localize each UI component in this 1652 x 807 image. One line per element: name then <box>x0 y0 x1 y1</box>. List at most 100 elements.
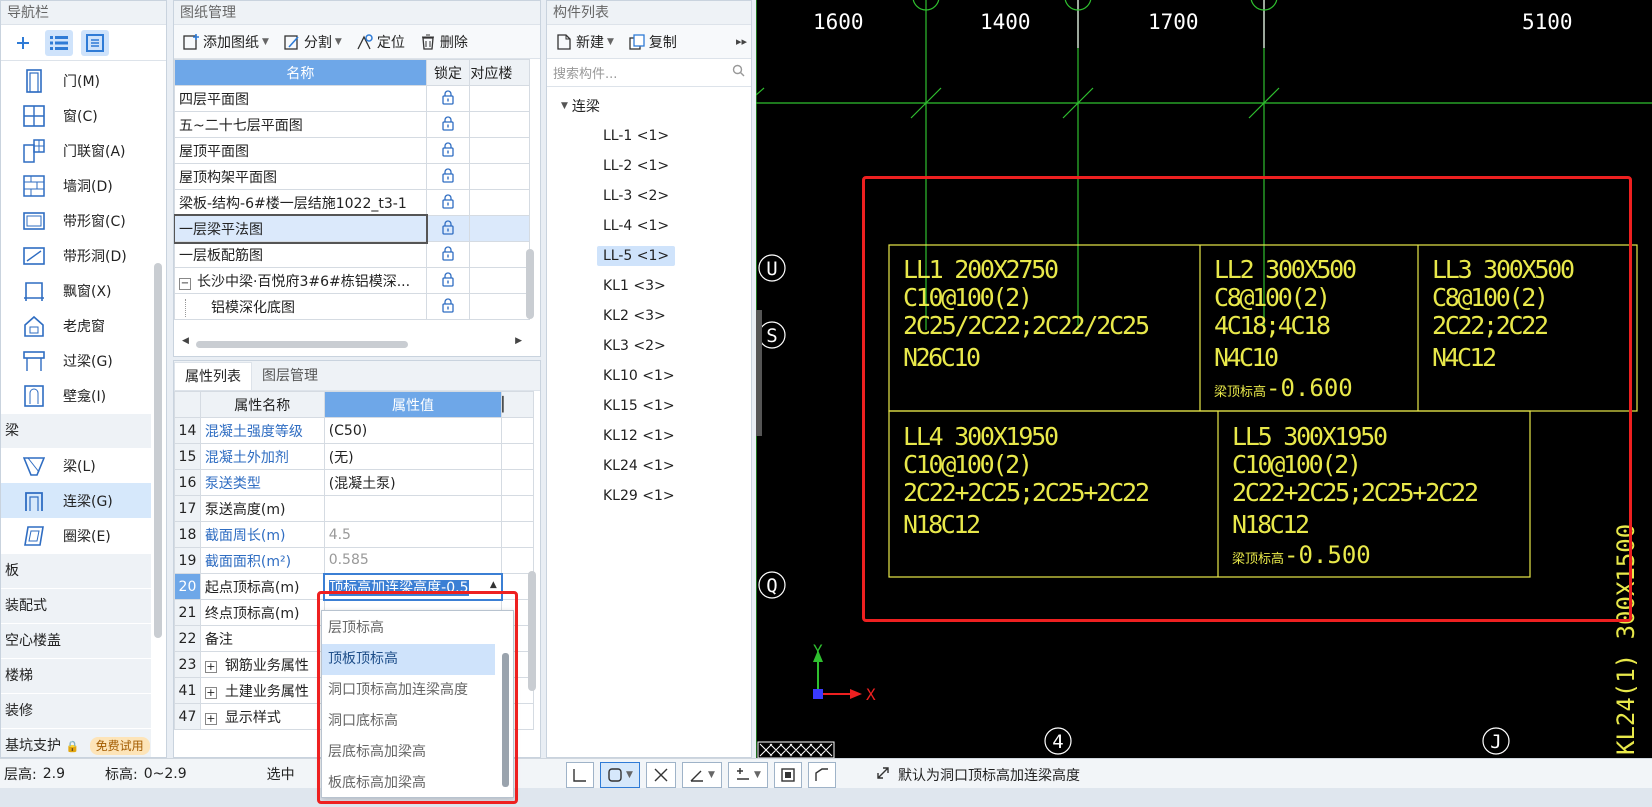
lock-icon[interactable] <box>425 267 471 294</box>
nav-item-wall-opening[interactable]: 墙洞(D) <box>1 168 151 203</box>
nav-item-niche[interactable]: 壁龛(I) <box>1 378 151 413</box>
lock-icon[interactable] <box>425 85 471 112</box>
table-row[interactable]: 五~二十七层平面图 <box>174 111 530 138</box>
nav-item-door[interactable]: 门(M) <box>1 63 151 98</box>
property-value[interactable]: (混凝土泵) <box>323 469 503 496</box>
add-drawing-button[interactable]: 添加图纸 ▼ <box>178 30 273 54</box>
caret-down-icon[interactable]: ▼ <box>561 101 568 111</box>
split-button[interactable]: 分割 ▼ <box>279 30 346 54</box>
nav-item-bay-window[interactable]: 飘窗(X) <box>1 273 151 308</box>
table-row[interactable]: 一层梁平法图 <box>174 213 530 244</box>
polyline-button[interactable] <box>808 762 836 788</box>
panel-collapse-handle[interactable] <box>756 310 762 436</box>
scroll-right-icon[interactable]: ▶ <box>515 336 522 346</box>
dropdown-option[interactable]: 层底标高加梁高 <box>322 737 513 768</box>
property-row[interactable]: 16 泵送类型 (混凝土泵) <box>174 469 534 496</box>
drawings-scrollbar[interactable] <box>526 249 534 319</box>
component-item[interactable]: LL-2 <1> <box>547 151 751 181</box>
expand-plus-icon[interactable]: + <box>204 660 217 673</box>
nav-category-prefab[interactable]: 装配式 <box>1 588 151 623</box>
component-item[interactable]: KL15 <1> <box>547 391 751 421</box>
nav-category-decoration[interactable]: 装修 <box>1 693 151 728</box>
scroll-left-icon[interactable]: ◀ <box>182 336 189 346</box>
table-row[interactable]: 屋顶平面图 <box>174 137 530 164</box>
free-trial-badge[interactable]: 免费试用 <box>89 737 150 755</box>
nav-item-lintel[interactable]: 过梁(G) <box>1 343 151 378</box>
component-item[interactable]: KL24 <1> <box>547 451 751 481</box>
dropdown-option[interactable]: 洞口底标高 <box>322 706 513 737</box>
dropdown-option[interactable]: 板底标高加梁高 <box>322 768 513 799</box>
component-item[interactable]: KL2 <3> <box>547 301 751 331</box>
drawings-hscrollbar[interactable]: ◀ ▶ <box>182 336 522 349</box>
dropdown-option[interactable]: 层顶标高 <box>322 613 513 644</box>
property-row[interactable]: 14 混凝土强度等级 (C50) <box>174 417 534 444</box>
expand-plus-icon[interactable]: + <box>204 712 217 725</box>
more-icon[interactable]: ▸▸ <box>736 35 747 48</box>
table-row[interactable]: 四层平面图 <box>174 85 530 112</box>
column-header-property-name[interactable]: 属性名称 <box>199 391 325 418</box>
expand-plus-icon[interactable]: + <box>204 686 217 699</box>
tab-property-list[interactable]: 属性列表 <box>174 362 252 390</box>
property-row[interactable]: 17 泵送高度(m) <box>174 495 534 522</box>
column-header-lock[interactable]: 锁定 <box>425 59 471 86</box>
nav-item-strip-window[interactable]: 带形窗(C) <box>1 203 151 238</box>
property-value[interactable]: (C50) <box>323 417 503 444</box>
component-item[interactable]: LL-3 <2> <box>547 181 751 211</box>
dropdown-option[interactable]: 顶板顶标高 <box>322 644 495 675</box>
copy-component-button[interactable]: 复制 <box>624 30 681 54</box>
expander-icon[interactable]: − <box>179 277 191 290</box>
table-row[interactable]: − 长沙中梁·百悦府3#6#栋铝模深... <box>174 267 530 294</box>
component-item[interactable]: KL3 <2> <box>547 331 751 361</box>
angle-snap-button[interactable]: ▼ <box>682 762 722 788</box>
dropdown-option[interactable]: 洞口顶标高加连梁高度 <box>322 675 513 706</box>
nav-item-dormer[interactable]: 老虎窗 <box>1 308 151 343</box>
column-header-property-value[interactable]: 属性值 <box>323 391 503 418</box>
property-value[interactable] <box>323 495 503 522</box>
table-row[interactable]: 梁板-结构-6#楼一层结施1022_t3-1 <box>174 189 530 216</box>
nav-scrollbar[interactable] <box>154 263 162 638</box>
delete-button[interactable]: 删除 <box>415 30 472 54</box>
nav-item-strip-opening[interactable]: 带形洞(D) <box>1 238 151 273</box>
search-icon[interactable] <box>732 64 745 81</box>
offset-snap-button[interactable]: ▼ <box>728 762 768 788</box>
nav-item-window[interactable]: 窗(C) <box>1 98 151 133</box>
column-header-floor[interactable]: 对应楼 <box>469 59 530 86</box>
nav-item-beam[interactable]: 梁(L) <box>1 448 151 483</box>
table-row[interactable]: 一层板配筋图 <box>174 241 530 268</box>
component-item[interactable]: KL1 <3> <box>547 271 751 301</box>
new-component-button[interactable]: 新建 ▼ <box>551 30 618 54</box>
lock-icon[interactable] <box>425 189 471 216</box>
property-row[interactable]: 19 截面面积(m²) 0.585 <box>174 547 534 574</box>
layer-display-button[interactable] <box>774 762 802 788</box>
property-value[interactable]: (无) <box>323 443 503 470</box>
property-value[interactable]: 0.585 <box>323 547 503 574</box>
tree-group-coupling-beam[interactable]: ▼ 连梁 <box>547 91 751 121</box>
component-search-input[interactable]: 搜索构件... <box>547 59 751 87</box>
component-item[interactable]: LL-1 <1> <box>547 121 751 151</box>
table-row[interactable]: 屋顶构架平面图 <box>174 163 530 190</box>
component-item[interactable]: KL10 <1> <box>547 361 751 391</box>
nav-item-door-window[interactable]: 门联窗(A) <box>1 133 151 168</box>
cad-svg[interactable]: 1600 1400 1700 5100 U S Q 4 J LL1 200X27… <box>756 0 1652 758</box>
props-scrollbar[interactable] <box>528 571 536 691</box>
component-item[interactable]: LL-4 <1> <box>547 211 751 241</box>
ortho-snap-button[interactable] <box>566 762 594 788</box>
add-sparkle-icon[interactable] <box>9 30 37 56</box>
table-row[interactable]: 铝模深化底图 <box>174 293 530 320</box>
dropdown-scrollbar[interactable] <box>502 653 509 787</box>
nav-category-stairs[interactable]: 楼梯 <box>1 658 151 693</box>
property-row[interactable]: 20 起点顶标高(m) 顶标高加连梁高度-0.5 ▲ <box>174 572 534 601</box>
cross-snap-button[interactable] <box>646 762 676 788</box>
property-value[interactable]: 4.5 <box>323 521 503 548</box>
component-item[interactable]: LL-5 <1> <box>547 241 751 271</box>
nav-item-ring-beam[interactable]: 圈梁(E) <box>1 518 151 553</box>
column-header-name[interactable]: 名称 <box>174 59 427 86</box>
lock-icon[interactable] <box>425 163 471 190</box>
tab-layer-management[interactable]: 图层管理 <box>252 362 328 390</box>
list-view-icon[interactable] <box>45 29 73 56</box>
lock-icon[interactable] <box>425 215 471 242</box>
nav-category-hollow-floor[interactable]: 空心楼盖 <box>1 623 151 658</box>
close-icon[interactable]: × <box>522 361 534 365</box>
component-item[interactable]: KL12 <1> <box>547 421 751 451</box>
nav-category-beam[interactable]: 梁 <box>1 413 151 448</box>
